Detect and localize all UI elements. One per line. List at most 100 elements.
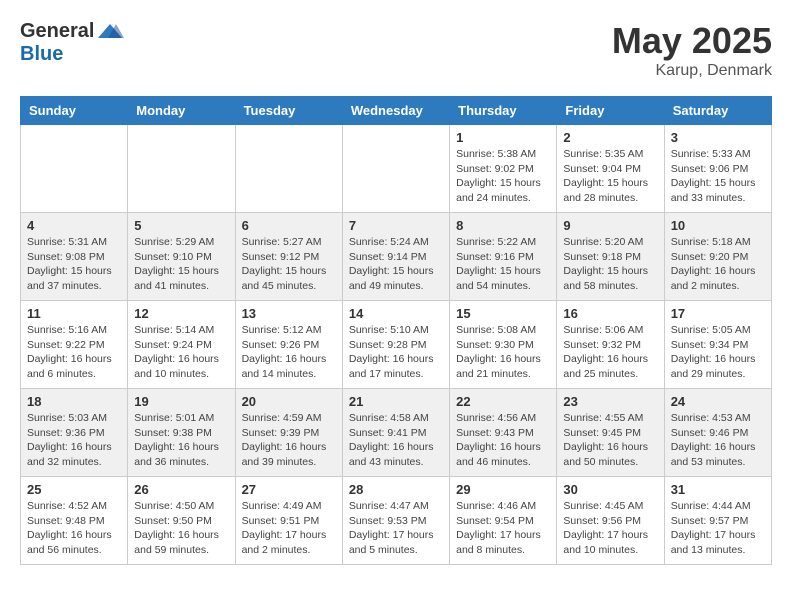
day-number: 19 (134, 394, 228, 409)
day-info: Sunrise: 5:24 AM Sunset: 9:14 PM Dayligh… (349, 235, 443, 294)
calendar-week-row: 25 Sunrise: 4:52 AM Sunset: 9:48 PM Dayli… (21, 477, 772, 565)
calendar-day-cell: 5Sunrise: 5:29 AM Sunset: 9:10 PM Daylig… (128, 213, 235, 301)
calendar-day-cell: 23 Sunrise: 4:55 AM Sunset: 9:45 PM Dayli… (557, 389, 664, 477)
calendar-week-row: 11Sunrise: 5:16 AM Sunset: 9:22 PM Dayli… (21, 301, 772, 389)
day-info: Sunrise: 5:03 AM Sunset: 9:36 PM Dayligh… (27, 411, 121, 470)
title-section: May 2025 Karup, Denmark (612, 20, 772, 80)
day-info: Sunrise: 4:53 AM Sunset: 9:46 PM Dayligh… (671, 411, 765, 470)
day-info: Sunrise: 5:06 AM Sunset: 9:32 PM Dayligh… (563, 323, 657, 382)
calendar-day-cell: 4Sunrise: 5:31 AM Sunset: 9:08 PM Daylig… (21, 213, 128, 301)
day-info: Sunrise: 4:49 AM Sunset: 9:51 PM Dayligh… (242, 499, 336, 558)
calendar-day-cell: 14Sunrise: 5:10 AM Sunset: 9:28 PM Dayli… (342, 301, 449, 389)
calendar-day-cell: 12Sunrise: 5:14 AM Sunset: 9:24 PM Dayli… (128, 301, 235, 389)
calendar-day-cell: 9 Sunrise: 5:20 AM Sunset: 9:18 PM Daylig… (557, 213, 664, 301)
day-number: 15 (456, 306, 550, 321)
calendar-day-cell (21, 125, 128, 213)
day-info: Sunrise: 5:38 AM Sunset: 9:02 PM Dayligh… (456, 147, 550, 206)
day-number: 5 (134, 218, 228, 233)
day-number: 16 (563, 306, 657, 321)
calendar-day-cell: 3 Sunrise: 5:33 AM Sunset: 9:06 PM Daylig… (664, 125, 771, 213)
day-number: 25 (27, 482, 121, 497)
day-info: Sunrise: 5:05 AM Sunset: 9:34 PM Dayligh… (671, 323, 765, 382)
day-info: Sunrise: 5:27 AM Sunset: 9:12 PM Dayligh… (242, 235, 336, 294)
day-of-week-header: Thursday (450, 97, 557, 125)
day-info: Sunrise: 5:01 AM Sunset: 9:38 PM Dayligh… (134, 411, 228, 470)
calendar-day-cell: 6 Sunrise: 5:27 AM Sunset: 9:12 PM Daylig… (235, 213, 342, 301)
calendar-day-cell: 10 Sunrise: 5:18 AM Sunset: 9:20 PM Dayli… (664, 213, 771, 301)
day-info: Sunrise: 5:20 AM Sunset: 9:18 PM Dayligh… (563, 235, 657, 294)
day-info: Sunrise: 4:50 AM Sunset: 9:50 PM Dayligh… (134, 499, 228, 558)
day-of-week-header: Tuesday (235, 97, 342, 125)
calendar-day-cell: 17 Sunrise: 5:05 AM Sunset: 9:34 PM Dayli… (664, 301, 771, 389)
calendar-day-cell: 16 Sunrise: 5:06 AM Sunset: 9:32 PM Dayli… (557, 301, 664, 389)
calendar-day-cell (342, 125, 449, 213)
day-info: Sunrise: 5:12 AM Sunset: 9:26 PM Dayligh… (242, 323, 336, 382)
day-number: 3 (671, 130, 765, 145)
day-number: 29 (456, 482, 550, 497)
calendar-week-row: 18 Sunrise: 5:03 AM Sunset: 9:36 PM Dayli… (21, 389, 772, 477)
calendar-day-cell: 26 Sunrise: 4:50 AM Sunset: 9:50 PM Dayli… (128, 477, 235, 565)
day-number: 24 (671, 394, 765, 409)
day-info: Sunrise: 4:55 AM Sunset: 9:45 PM Dayligh… (563, 411, 657, 470)
day-number: 26 (134, 482, 228, 497)
day-info: Sunrise: 4:58 AM Sunset: 9:41 PM Dayligh… (349, 411, 443, 470)
calendar-table: SundayMondayTuesdayWednesdayThursdayFrid… (20, 96, 772, 565)
calendar-day-cell: 29 Sunrise: 4:46 AM Sunset: 9:54 PM Dayli… (450, 477, 557, 565)
calendar-day-cell: 24 Sunrise: 4:53 AM Sunset: 9:46 PM Dayli… (664, 389, 771, 477)
calendar-day-cell: 21Sunrise: 4:58 AM Sunset: 9:41 PM Dayli… (342, 389, 449, 477)
calendar-day-cell: 2Sunrise: 5:35 AM Sunset: 9:04 PM Daylig… (557, 125, 664, 213)
calendar-day-cell: 22 Sunrise: 4:56 AM Sunset: 9:43 PM Dayli… (450, 389, 557, 477)
logo-blue-text: Blue (20, 43, 63, 65)
logo-general-text: General (20, 20, 94, 43)
day-number: 20 (242, 394, 336, 409)
day-number: 28 (349, 482, 443, 497)
day-of-week-header: Saturday (664, 97, 771, 125)
page-header: General Blue May 2025 Karup, Denmark (20, 20, 772, 80)
day-number: 9 (563, 218, 657, 233)
day-number: 22 (456, 394, 550, 409)
calendar-day-cell: 19 Sunrise: 5:01 AM Sunset: 9:38 PM Dayli… (128, 389, 235, 477)
day-number: 4 (27, 218, 121, 233)
calendar-day-cell: 8Sunrise: 5:22 AM Sunset: 9:16 PM Daylig… (450, 213, 557, 301)
location: Karup, Denmark (612, 62, 772, 80)
day-number: 6 (242, 218, 336, 233)
calendar-day-cell: 27 Sunrise: 4:49 AM Sunset: 9:51 PM Dayli… (235, 477, 342, 565)
day-info: Sunrise: 4:45 AM Sunset: 9:56 PM Dayligh… (563, 499, 657, 558)
calendar-day-cell: 20Sunrise: 4:59 AM Sunset: 9:39 PM Dayli… (235, 389, 342, 477)
calendar-day-cell: 7 Sunrise: 5:24 AM Sunset: 9:14 PM Daylig… (342, 213, 449, 301)
day-number: 17 (671, 306, 765, 321)
calendar-day-cell (235, 125, 342, 213)
day-info: Sunrise: 5:08 AM Sunset: 9:30 PM Dayligh… (456, 323, 550, 382)
day-number: 12 (134, 306, 228, 321)
day-info: Sunrise: 4:52 AM Sunset: 9:48 PM Dayligh… (27, 499, 121, 558)
day-of-week-header: Sunday (21, 97, 128, 125)
day-info: Sunrise: 5:22 AM Sunset: 9:16 PM Dayligh… (456, 235, 550, 294)
day-number: 1 (456, 130, 550, 145)
day-info: Sunrise: 4:44 AM Sunset: 9:57 PM Dayligh… (671, 499, 765, 558)
calendar-header-row: SundayMondayTuesdayWednesdayThursdayFrid… (21, 97, 772, 125)
calendar-day-cell: 30 Sunrise: 4:45 AM Sunset: 9:56 PM Dayli… (557, 477, 664, 565)
month-title: May 2025 (612, 20, 772, 62)
logo: General Blue (20, 20, 124, 66)
calendar-day-cell: 11Sunrise: 5:16 AM Sunset: 9:22 PM Dayli… (21, 301, 128, 389)
day-info: Sunrise: 4:46 AM Sunset: 9:54 PM Dayligh… (456, 499, 550, 558)
calendar-day-cell: 25 Sunrise: 4:52 AM Sunset: 9:48 PM Dayli… (21, 477, 128, 565)
calendar-day-cell: 18 Sunrise: 5:03 AM Sunset: 9:36 PM Dayli… (21, 389, 128, 477)
day-of-week-header: Wednesday (342, 97, 449, 125)
calendar-day-cell (128, 125, 235, 213)
day-number: 10 (671, 218, 765, 233)
calendar-day-cell: 15 Sunrise: 5:08 AM Sunset: 9:30 PM Dayli… (450, 301, 557, 389)
day-of-week-header: Monday (128, 97, 235, 125)
calendar-week-row: 4Sunrise: 5:31 AM Sunset: 9:08 PM Daylig… (21, 213, 772, 301)
day-info: Sunrise: 5:33 AM Sunset: 9:06 PM Dayligh… (671, 147, 765, 206)
day-info: Sunrise: 5:18 AM Sunset: 9:20 PM Dayligh… (671, 235, 765, 294)
day-number: 30 (563, 482, 657, 497)
day-number: 7 (349, 218, 443, 233)
day-number: 18 (27, 394, 121, 409)
day-info: Sunrise: 4:47 AM Sunset: 9:53 PM Dayligh… (349, 499, 443, 558)
day-info: Sunrise: 4:56 AM Sunset: 9:43 PM Dayligh… (456, 411, 550, 470)
calendar-day-cell: 28 Sunrise: 4:47 AM Sunset: 9:53 PM Dayli… (342, 477, 449, 565)
day-number: 23 (563, 394, 657, 409)
calendar-week-row: 1 Sunrise: 5:38 AM Sunset: 9:02 PM Daylig… (21, 125, 772, 213)
day-number: 27 (242, 482, 336, 497)
